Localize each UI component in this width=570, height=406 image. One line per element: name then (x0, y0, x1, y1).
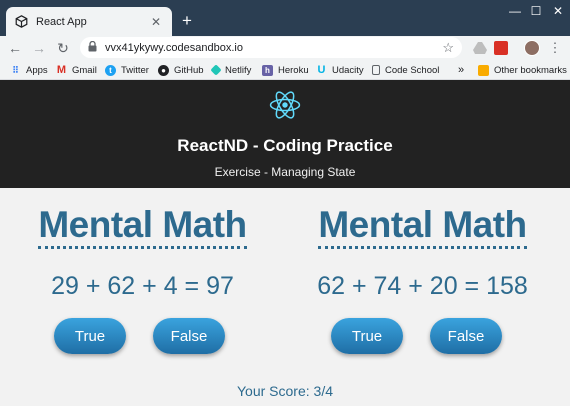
twitter-bird-icon: t (105, 64, 116, 76)
address-bar[interactable]: vvx41ykywy.codesandbox.io ☆ (80, 37, 462, 58)
equation: 29 + 62 + 4 = 97 (51, 272, 234, 300)
bookmarks-bar: ⠿ Apps M Gmail t Twitter ● GitHub Netlif… (0, 60, 570, 80)
folder-icon (478, 64, 489, 76)
browser-tab-strip: React App ✕ + — ☐ ✕ (0, 0, 570, 36)
bookmark-label: Code School (385, 64, 440, 76)
bookmark-twitter[interactable]: t Twitter (105, 62, 149, 78)
bookmark-udacity[interactable]: U Udacity (316, 62, 364, 78)
apps-grid-icon: ⠿ (12, 64, 19, 75)
game-panel: Mental Math 62 + 74 + 20 = 158 True Fals… (280, 188, 565, 368)
page-subtitle: Exercise - Managing State (214, 165, 356, 179)
close-tab-icon[interactable]: ✕ (148, 14, 164, 30)
bookmark-label: Netlify (225, 64, 252, 76)
bookmark-label: Gmail (72, 64, 97, 76)
score-text: Your Score: 3/4 (237, 383, 333, 399)
bookmark-netlify[interactable]: Netlify (210, 62, 252, 78)
react-atom-icon (269, 91, 301, 119)
bookmark-label: GitHub (174, 64, 204, 76)
back-arrow-icon[interactable]: ← (3, 37, 27, 59)
tab-title: React App (36, 15, 87, 28)
true-button[interactable]: True (331, 318, 403, 354)
forward-arrow-icon[interactable]: → (27, 37, 51, 59)
github-icon: ● (158, 64, 169, 76)
bookmark-label: Other bookmarks (494, 64, 567, 76)
menu-dots-icon[interactable]: ⋮ (547, 40, 563, 56)
udacity-icon: U (317, 64, 326, 76)
bookmark-code-school[interactable]: Code School (372, 62, 439, 78)
true-button[interactable]: True (54, 318, 126, 354)
equation: 62 + 74 + 20 = 158 (317, 272, 528, 300)
bookmark-label: Heroku (278, 64, 309, 76)
false-button[interactable]: False (430, 318, 502, 354)
close-window-icon[interactable]: ✕ (543, 0, 570, 22)
bookmark-apps[interactable]: ⠿ Apps (10, 62, 48, 78)
drive-extension-icon[interactable] (472, 40, 488, 56)
codesandbox-cube-icon (14, 15, 28, 29)
netlify-icon (210, 64, 222, 76)
game-heading-text: Mental Math (38, 204, 247, 249)
star-icon[interactable]: ☆ (442, 40, 454, 56)
new-tab-button[interactable]: + (177, 11, 197, 31)
heroku-icon: h (262, 64, 273, 76)
bookmark-heroku[interactable]: h Heroku (262, 62, 309, 78)
other-bookmarks[interactable]: Other bookmarks (478, 62, 567, 78)
browser-toolbar: ← → ↻ vvx41ykywy.codesandbox.io ☆ ⋮ (0, 36, 570, 60)
bookmark-label: Udacity (332, 64, 364, 76)
reload-icon[interactable]: ↻ (51, 37, 75, 59)
page-title: ReactND - Coding Practice (177, 136, 393, 155)
bookmarks-overflow-button[interactable]: » (458, 62, 464, 78)
bookmark-label: Apps (26, 64, 48, 76)
game-heading: Mental Math (0, 204, 285, 249)
avatar[interactable] (524, 40, 540, 56)
red-extension-icon[interactable] (493, 40, 509, 56)
app-header: ReactND - Coding Practice Exercise - Man… (0, 80, 570, 188)
gmail-icon: M (56, 64, 67, 76)
game-heading-text: Mental Math (318, 204, 527, 249)
page-icon (372, 65, 380, 75)
false-button[interactable]: False (153, 318, 225, 354)
game-heading: Mental Math (280, 204, 565, 249)
lock-icon (88, 39, 97, 57)
bookmark-label: Twitter (121, 64, 149, 76)
bookmark-gmail[interactable]: M Gmail (56, 62, 97, 78)
url-text: vvx41ykywy.codesandbox.io (105, 41, 243, 54)
game-panel: Mental Math 29 + 62 + 4 = 97 True False (0, 188, 285, 368)
bookmark-github[interactable]: ● GitHub (158, 62, 204, 78)
browser-tab[interactable]: React App ✕ (6, 7, 172, 36)
